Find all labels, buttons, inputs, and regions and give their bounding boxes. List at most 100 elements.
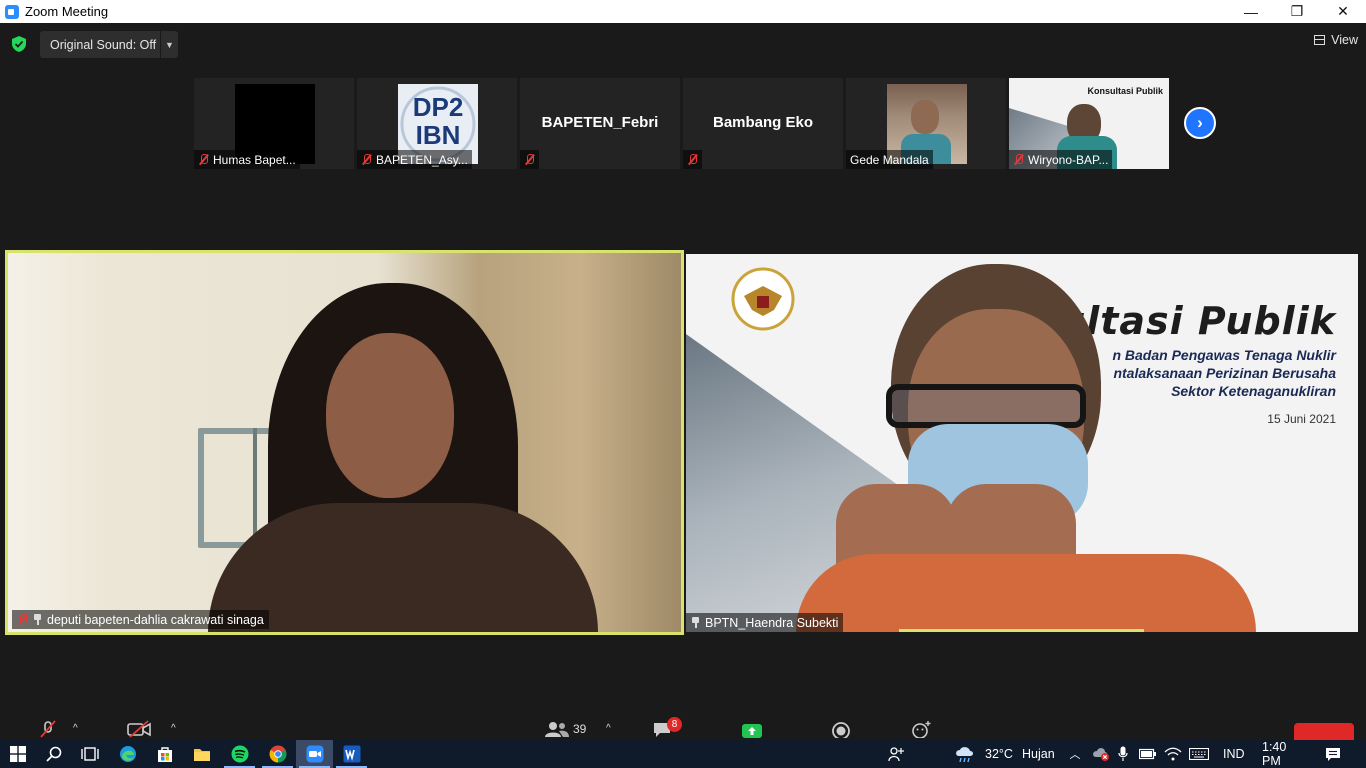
participant-tile[interactable]: Konsultasi Publik Wiryono-BAP... bbox=[1009, 78, 1169, 169]
windows-taskbar: 32°C Hujan ︿ IND 1:40 PM bbox=[0, 740, 1366, 768]
chrome-icon bbox=[269, 745, 286, 763]
participant-namebar: BAPETEN_Asy... bbox=[357, 150, 472, 169]
chevron-up-icon: ︿ bbox=[1069, 749, 1081, 761]
view-button[interactable]: View bbox=[1314, 33, 1358, 47]
mute-button[interactable] bbox=[38, 717, 58, 740]
mic-muted-icon bbox=[198, 154, 209, 165]
weather-widget[interactable] bbox=[952, 740, 978, 768]
tray-battery[interactable] bbox=[1138, 740, 1158, 768]
share-screen-button[interactable] bbox=[741, 717, 763, 740]
show-hidden-icons-button[interactable]: ︿ bbox=[1066, 740, 1084, 768]
tray-wifi[interactable] bbox=[1163, 740, 1183, 768]
taskbar-word[interactable] bbox=[333, 740, 370, 768]
clock[interactable]: 1:40 PM bbox=[1262, 740, 1306, 768]
search-icon bbox=[46, 746, 62, 762]
participants-button[interactable]: 39 bbox=[545, 717, 586, 740]
notification-icon bbox=[1326, 747, 1340, 761]
mic-muted-icon bbox=[17, 614, 28, 625]
svg-text:IBN: IBN bbox=[416, 120, 461, 150]
record-icon bbox=[832, 721, 850, 738]
participant-tile[interactable]: DP2 IBN BAPETEN_Asy... bbox=[357, 78, 517, 169]
participant-name: Gede Mandala bbox=[850, 152, 929, 167]
chevron-down-icon[interactable]: ▼ bbox=[160, 31, 178, 58]
participants-icon bbox=[545, 721, 569, 737]
task-view-icon bbox=[81, 747, 99, 761]
participants-count: 39 bbox=[573, 721, 587, 736]
slide-mini-title: Konsultasi Publik bbox=[1087, 86, 1163, 96]
audio-options-caret[interactable]: ^ bbox=[73, 717, 78, 740]
participant-namebar bbox=[683, 150, 702, 169]
battery-icon bbox=[1139, 748, 1156, 760]
taskbar-zoom[interactable] bbox=[296, 740, 333, 768]
participant-name: Wiryono-BAP... bbox=[1028, 152, 1109, 167]
windows-logo-icon bbox=[10, 746, 26, 762]
mic-muted-icon bbox=[524, 154, 535, 165]
input-language[interactable]: IND bbox=[1223, 740, 1245, 768]
video-options-caret[interactable]: ^ bbox=[171, 717, 176, 740]
taskbar-store[interactable] bbox=[147, 740, 183, 768]
participant-namebar: Wiryono-BAP... bbox=[1009, 150, 1113, 169]
participant-namebar: Humas Bapet... bbox=[194, 150, 300, 169]
meeting-area: Original Sound: Off ▼ View Humas Bapet..… bbox=[0, 23, 1366, 740]
participant-tile[interactable]: BAPETEN_Febri bbox=[520, 78, 680, 169]
slide-date: 15 Juni 2021 bbox=[1267, 412, 1336, 426]
record-button[interactable] bbox=[830, 717, 852, 740]
participant-name: deputi bapeten-dahlia cakrawati sinaga bbox=[47, 612, 264, 627]
zoom-app-icon bbox=[306, 745, 323, 763]
search-button[interactable] bbox=[36, 740, 72, 768]
tray-keyboard[interactable] bbox=[1187, 740, 1211, 768]
garuda-emblem-icon bbox=[731, 267, 795, 331]
title-bar: Zoom Meeting — ❐ ✕ bbox=[0, 0, 1366, 23]
task-view-button[interactable] bbox=[72, 740, 108, 768]
action-center-button[interactable] bbox=[1322, 740, 1344, 768]
cloud-error-icon bbox=[1093, 748, 1109, 761]
video-off-icon bbox=[127, 719, 151, 738]
close-button[interactable]: ✕ bbox=[1320, 0, 1366, 23]
main-video-left[interactable]: deputi bapeten-dahlia cakrawati sinaga bbox=[5, 250, 684, 635]
view-label: View bbox=[1331, 33, 1358, 47]
tray-cloud[interactable] bbox=[1090, 740, 1112, 768]
original-sound-label: Original Sound: Off bbox=[50, 37, 157, 52]
main-video-right[interactable]: Konsultasi Publik n Badan Pengawas Tenag… bbox=[686, 254, 1358, 632]
tray-microphone[interactable] bbox=[1114, 740, 1132, 768]
slide-subtitle-line: n Badan Pengawas Tenaga Nuklir bbox=[1112, 347, 1336, 363]
participants-options-caret[interactable]: ^ bbox=[606, 717, 611, 740]
mic-muted-icon bbox=[687, 154, 698, 165]
slide-subtitle-line: Sektor Ketenaganukliran bbox=[1171, 383, 1336, 399]
minimize-button[interactable]: — bbox=[1228, 0, 1274, 23]
pin-icon bbox=[33, 614, 42, 625]
shield-check-icon[interactable] bbox=[12, 36, 26, 52]
microphone-icon bbox=[1118, 746, 1128, 761]
participant-tile[interactable]: Humas Bapet... bbox=[194, 78, 354, 169]
spotify-icon bbox=[231, 745, 248, 763]
restore-button[interactable]: ❐ bbox=[1274, 0, 1320, 23]
start-video-button[interactable] bbox=[126, 717, 152, 740]
reactions-button[interactable] bbox=[910, 717, 932, 740]
start-button[interactable] bbox=[0, 740, 36, 768]
original-sound-button[interactable]: Original Sound: Off ▼ bbox=[40, 31, 178, 58]
participant-strip: Humas Bapet... DP2 IBN BAPETEN_Asy... BA… bbox=[194, 78, 1169, 169]
taskbar-edge[interactable] bbox=[110, 740, 146, 768]
taskbar-chrome[interactable] bbox=[259, 740, 296, 768]
taskbar-file-explorer[interactable] bbox=[184, 740, 220, 768]
meeting-toolbar: ^ ^ 39 ^ 8 bbox=[0, 717, 1366, 740]
svg-text:DP2: DP2 bbox=[413, 92, 464, 122]
edge-browser-icon bbox=[120, 746, 136, 762]
window-title: Zoom Meeting bbox=[25, 4, 109, 19]
participant-namebar: deputi bapeten-dahlia cakrawati sinaga bbox=[12, 610, 269, 629]
participant-tile[interactable]: Bambang Eko bbox=[683, 78, 843, 169]
rain-cloud-icon bbox=[956, 747, 973, 763]
mic-muted-icon bbox=[1013, 154, 1024, 165]
participant-center-name: BAPETEN_Febri bbox=[541, 114, 659, 131]
mic-muted-icon bbox=[40, 719, 56, 738]
end-meeting-button[interactable] bbox=[1294, 723, 1354, 740]
taskbar-spotify[interactable] bbox=[221, 740, 258, 768]
participant-tile[interactable]: Gede Mandala bbox=[846, 78, 1006, 169]
weather-condition: Hujan bbox=[1022, 747, 1055, 761]
wifi-icon bbox=[1164, 747, 1182, 761]
next-page-button[interactable]: › bbox=[1184, 107, 1216, 139]
people-button[interactable] bbox=[884, 740, 908, 768]
reactions-icon bbox=[912, 720, 931, 738]
people-icon bbox=[888, 747, 904, 762]
word-icon bbox=[343, 745, 360, 763]
